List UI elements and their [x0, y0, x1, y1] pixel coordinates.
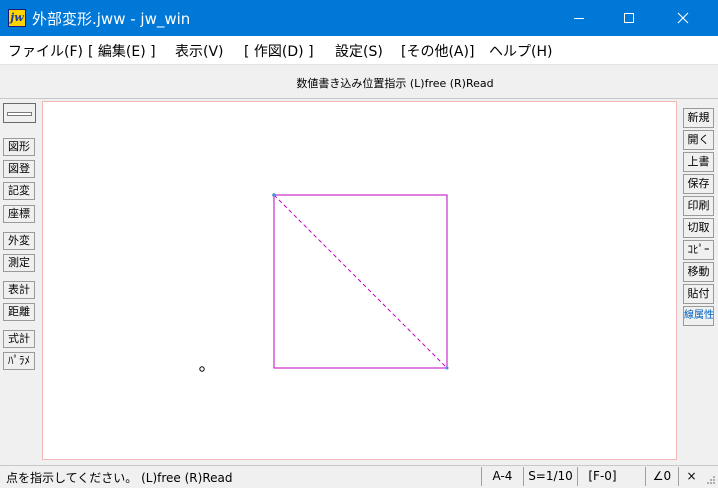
- close-icon: [677, 12, 689, 24]
- line-type-selector[interactable]: [3, 103, 36, 123]
- status-close-icon[interactable]: ×: [678, 467, 704, 486]
- endpoint-marker-top-left: [272, 193, 276, 197]
- layer-indicator[interactable]: [F-0]: [577, 467, 627, 486]
- maximize-icon: [624, 13, 634, 23]
- resize-grip-icon[interactable]: [705, 474, 717, 486]
- tool-figure-register[interactable]: 図登: [3, 160, 35, 178]
- tool-parameter[interactable]: ﾊﾟﾗﾒ: [3, 352, 35, 370]
- tool-line-attributes[interactable]: 線属性: [683, 306, 714, 326]
- tool-external-transform[interactable]: 外変: [3, 232, 35, 250]
- tool-open[interactable]: 開く: [683, 130, 714, 150]
- endpoint-marker-bottom-right: [445, 366, 449, 370]
- tool-save[interactable]: 保存: [683, 174, 714, 194]
- tool-distance[interactable]: 距離: [3, 303, 35, 321]
- menu-edit[interactable]: [ 編集(E) ]: [88, 41, 156, 61]
- maximize-button[interactable]: [606, 0, 652, 36]
- menu-view[interactable]: 表示(V): [175, 41, 224, 61]
- tool-figure[interactable]: 図形: [3, 138, 35, 156]
- close-button[interactable]: [660, 0, 706, 36]
- minimize-button[interactable]: [556, 0, 602, 36]
- tool-formula-calc[interactable]: 式計: [3, 330, 35, 348]
- paper-size-indicator[interactable]: A-4: [481, 467, 523, 486]
- angle-indicator[interactable]: ∠0: [645, 467, 678, 486]
- tool-copy[interactable]: ｺﾋﾟｰ: [683, 240, 714, 260]
- tool-symbol-change[interactable]: 記変: [3, 182, 35, 200]
- cursor-point-marker: [199, 366, 205, 372]
- status-bar: 点を指示してください。 (L)free (R)Read A-4 S=1/10 […: [0, 465, 718, 488]
- menu-file[interactable]: ファイル(F): [8, 41, 83, 61]
- tool-overwrite[interactable]: 上書: [683, 152, 714, 172]
- tool-move[interactable]: 移動: [683, 262, 714, 282]
- tool-new[interactable]: 新規: [683, 108, 714, 128]
- tool-cut[interactable]: 切取: [683, 218, 714, 238]
- drawing-svg: [199, 193, 449, 372]
- drawn-diagonal: [273, 194, 448, 369]
- tool-coordinates[interactable]: 座標: [3, 205, 35, 223]
- prompt-bar: 数値書き込み位置指示 (L)free (R)Read: [0, 65, 718, 99]
- window-title: 外部変形.jww - jw_win: [32, 10, 191, 28]
- tool-table-calc[interactable]: 表計: [3, 281, 35, 299]
- menu-settings[interactable]: 設定(S): [335, 41, 383, 61]
- prompt-text: 数値書き込み位置指示 (L)free (R)Read: [296, 77, 494, 90]
- title-bar: jw 外部変形.jww - jw_win: [0, 0, 718, 36]
- tool-measure[interactable]: 測定: [3, 254, 35, 272]
- tool-print[interactable]: 印刷: [683, 196, 714, 216]
- menu-draw[interactable]: [ 作図(D) ]: [244, 41, 314, 61]
- app-icon: jw: [8, 9, 26, 27]
- tool-paste[interactable]: 貼付: [683, 284, 714, 304]
- drawing-canvas[interactable]: [42, 101, 677, 460]
- menu-other[interactable]: [その他(A)]: [401, 41, 474, 61]
- minimize-icon: [574, 18, 584, 19]
- menu-help[interactable]: ヘルプ(H): [489, 41, 552, 61]
- scale-indicator[interactable]: S=1/10: [523, 467, 577, 486]
- menu-bar: ファイル(F) [ 編集(E) ] 表示(V) [ 作図(D) ] 設定(S) …: [0, 36, 718, 65]
- status-message: 点を指示してください。 (L)free (R)Read: [6, 471, 233, 485]
